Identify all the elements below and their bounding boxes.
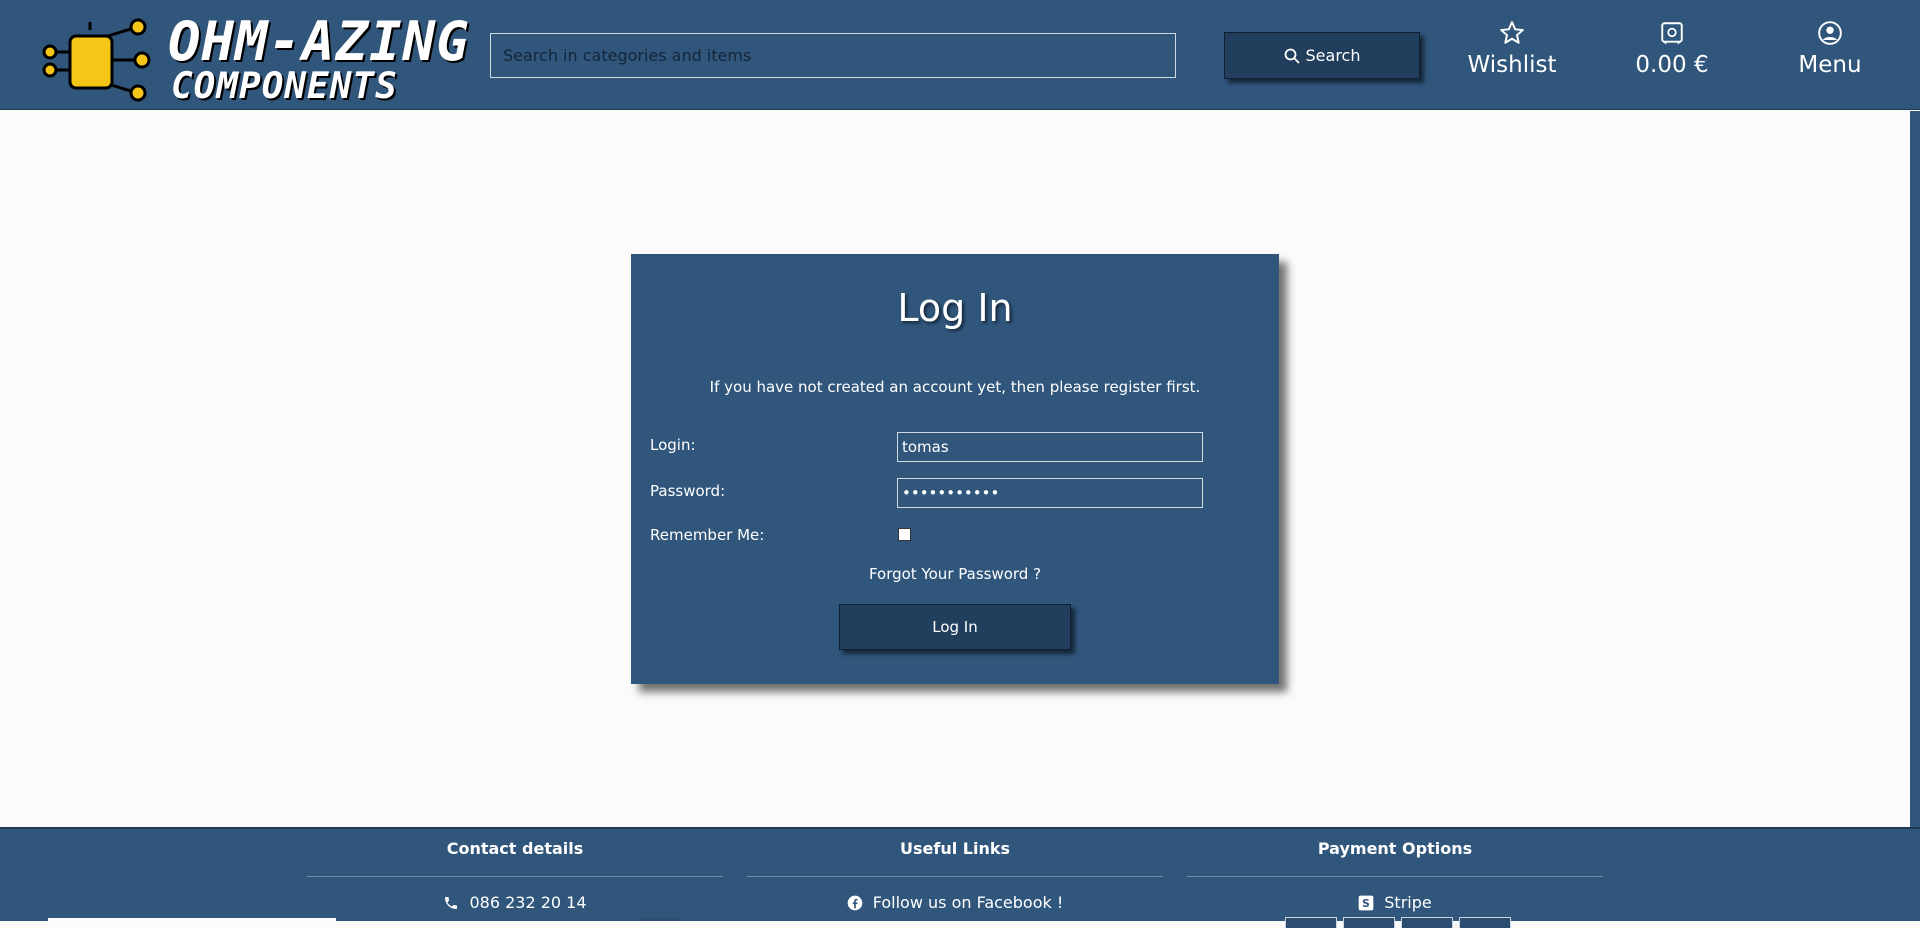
logo-line1: OHM-AZING <box>168 10 470 73</box>
payment-card-icons <box>1285 917 1511 928</box>
phone-number: 086 232 20 14 <box>469 893 587 912</box>
stripe-label: Stripe <box>1384 893 1432 912</box>
phone-item[interactable]: 086 232 20 14 <box>307 893 723 912</box>
contact-title: Contact details <box>446 839 584 858</box>
payment-title: Payment Options <box>1317 839 1473 858</box>
divider <box>1187 876 1603 877</box>
svg-text:S: S <box>1362 897 1370 910</box>
remember-label: Remember Me: <box>650 526 765 544</box>
phone-icon <box>445 896 458 909</box>
user-circle-icon <box>1755 20 1905 50</box>
cart-link[interactable]: 0.00 € <box>1597 20 1747 78</box>
search-input[interactable] <box>490 33 1176 78</box>
circuit-chip-icon <box>42 18 151 102</box>
facebook-label: Follow us on Facebook ! <box>872 893 1064 912</box>
login-title: Log In <box>897 286 1013 330</box>
page-scrollbar[interactable] <box>1910 111 1920 827</box>
card-icon <box>1285 917 1337 928</box>
logo-line2: COMPONENTS <box>171 66 398 107</box>
search-button-label: Search <box>1305 46 1361 65</box>
login-card: Log In If you have not created an accoun… <box>631 254 1279 684</box>
facebook-icon <box>847 895 863 910</box>
stripe-item: S Stripe <box>1187 893 1603 912</box>
stripe-icon: S <box>1358 895 1374 910</box>
password-label: Password: <box>650 482 726 500</box>
forgot-password-link[interactable]: Forgot Your Password ? <box>631 565 1279 583</box>
cart-total: 0.00 € <box>1635 52 1709 78</box>
safe-icon <box>1597 20 1747 50</box>
card-icon <box>1459 917 1511 928</box>
card-icon <box>1401 917 1453 928</box>
site-header: OHM-AZING COMPONENTS Search Wishlist <box>0 0 1920 110</box>
remember-checkbox[interactable] <box>898 528 911 541</box>
facebook-link[interactable]: Follow us on Facebook ! <box>747 893 1163 912</box>
login-label: Login: <box>650 436 696 454</box>
menu-link[interactable]: Menu <box>1755 20 1905 78</box>
site-logo[interactable]: OHM-AZING COMPONENTS <box>38 8 469 107</box>
password-field[interactable] <box>897 478 1203 508</box>
search-button[interactable]: Search <box>1224 32 1420 79</box>
search-icon <box>1284 48 1300 64</box>
site-footer: Contact details 086 232 20 14 Useful Lin… <box>0 827 1920 928</box>
links-title: Useful Links <box>899 839 1010 858</box>
login-field[interactable] <box>897 432 1203 462</box>
login-submit-button[interactable]: Log In <box>839 604 1071 650</box>
menu-label: Menu <box>1798 52 1862 78</box>
divider <box>747 876 1163 877</box>
wishlist-label: Wishlist <box>1467 52 1557 78</box>
register-note: If you have not created an account yet, … <box>709 378 1201 396</box>
wishlist-link[interactable]: Wishlist <box>1437 20 1587 78</box>
card-icon <box>1343 917 1395 928</box>
divider <box>307 876 723 877</box>
login-submit-label: Log In <box>932 618 978 636</box>
star-icon <box>1437 20 1587 50</box>
